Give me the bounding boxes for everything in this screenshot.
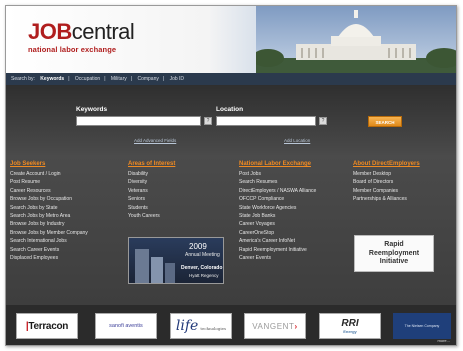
national-labor-exchange-column: National Labor Exchange Post Jobs Search… [239, 161, 316, 262]
list-item[interactable]: Board of Directors [353, 178, 420, 186]
list-item[interactable]: State Workforce Agencies [239, 204, 316, 212]
hotel-building-image [135, 249, 149, 283]
logo-central: central [71, 19, 135, 44]
list-item[interactable]: Career Resources [10, 187, 88, 195]
page-frame: JOBcentral national labor exchange Searc… [5, 5, 457, 346]
list-item[interactable]: Partnerships & Alliances [353, 195, 420, 203]
about-directemployers-heading[interactable]: About DirectEmployers [353, 161, 420, 167]
life-technologies-logo[interactable]: life technologies [170, 313, 232, 339]
nav-occupation[interactable]: Occupation [75, 76, 100, 82]
banner-city: Denver, Colorado [181, 265, 223, 271]
rapid-reemployment-banner[interactable]: Rapid Reemployment Initiative [354, 235, 434, 272]
list-item[interactable]: Career Voyages [239, 220, 316, 228]
list-item[interactable]: Displaced Employees [10, 254, 88, 262]
banner-title: Annual Meeting [185, 252, 220, 258]
rri-line-3: Initiative [379, 258, 409, 265]
site-header: JOBcentral national labor exchange [6, 6, 456, 73]
list-item[interactable]: Browse Jobs by Industry [10, 220, 88, 228]
areas-of-interest-column: Areas of Interest Disability Diversity V… [128, 161, 175, 220]
list-item[interactable]: America's Career InfoNet [239, 237, 316, 245]
list-item[interactable]: Member Companies [353, 187, 420, 195]
add-location-link[interactable]: Add Location [284, 138, 310, 143]
list-item[interactable]: Post Jobs [239, 170, 316, 178]
search-by-bar: Search by: Keywords | Occupation | Militar… [6, 73, 456, 85]
list-item[interactable]: Browse Jobs by Member Company [10, 229, 88, 237]
search-button[interactable]: SEARCH [368, 116, 402, 127]
search-by-label: Search by: [11, 76, 35, 82]
member-logos-strip: |Terracon sanofi aventis life technologie… [6, 305, 456, 345]
list-item[interactable]: Seniors [128, 195, 175, 203]
list-item[interactable]: Search Resumes [239, 178, 316, 186]
search-panel: Keywords ? Location ? SEARCH Add Advance… [6, 85, 456, 155]
add-advanced-fields-link[interactable]: Add Advanced Fields [134, 138, 176, 143]
logo-tagline: national labor exchange [28, 45, 117, 54]
nav-job-id[interactable]: Job ID [170, 76, 184, 82]
rri-line-2: Reemployment [368, 249, 420, 257]
capitol-building-image [256, 6, 456, 73]
areas-of-interest-heading[interactable]: Areas of Interest [128, 161, 175, 167]
list-item[interactable]: Post Resume [10, 178, 88, 186]
list-item[interactable]: Disability [128, 170, 175, 178]
about-directemployers-column: About DirectEmployers Member Desktop Boa… [353, 161, 420, 204]
jobcentral-logo[interactable]: JOBcentral national labor exchange [28, 19, 135, 55]
list-item[interactable]: Browse Jobs by Occupation [10, 195, 88, 203]
list-item[interactable]: Create Account / Login [10, 170, 88, 178]
keywords-input[interactable] [76, 116, 201, 126]
keywords-label: Keywords [76, 106, 108, 113]
location-help-icon[interactable]: ? [319, 117, 327, 125]
banner-venue: Hyatt Regency [189, 273, 219, 278]
location-input[interactable] [216, 116, 316, 126]
list-item[interactable]: Veterans [128, 187, 175, 195]
city-building-image [151, 257, 163, 283]
sanofi-aventis-logo[interactable]: sanofi aventis [95, 313, 157, 339]
list-item[interactable]: DirectEmployers / NASWA Alliance [239, 187, 316, 195]
banner-year: 2009 [189, 242, 207, 251]
list-item[interactable]: CareerOneStop [239, 229, 316, 237]
nav-company[interactable]: Company [137, 76, 158, 82]
logo-job: JOB [28, 19, 72, 44]
more-logos-link[interactable]: more... [438, 338, 450, 343]
list-item[interactable]: Career Events [239, 254, 316, 262]
list-item[interactable]: State Job Banks [239, 212, 316, 220]
nav-military[interactable]: Military [111, 76, 127, 82]
list-item[interactable]: Rapid Reemployment Initiative [239, 246, 316, 254]
list-item[interactable]: Youth Careers [128, 212, 175, 220]
list-item[interactable]: Search International Jobs [10, 237, 88, 245]
job-seekers-column: Job Seekers Create Account / Login Post … [10, 161, 88, 262]
nav-keywords[interactable]: Keywords [40, 76, 64, 82]
list-item[interactable]: Diversity [128, 178, 175, 186]
list-item[interactable]: Search Jobs by State [10, 204, 88, 212]
vangent-logo[interactable]: VANGENT› [244, 313, 306, 339]
keywords-help-icon[interactable]: ? [204, 117, 212, 125]
list-item[interactable]: Member Desktop [353, 170, 420, 178]
national-labor-exchange-heading[interactable]: National Labor Exchange [239, 161, 316, 167]
link-columns-area: Job Seekers Create Account / Login Post … [6, 155, 456, 305]
list-item[interactable]: OFCCP Compliance [239, 195, 316, 203]
list-item[interactable]: Search Jobs by Metro Area [10, 212, 88, 220]
rri-line-1: Rapid [384, 241, 404, 248]
blue-member-logo[interactable]: The Nielsen Company [393, 313, 451, 339]
rri-energy-logo[interactable]: RRI Energy [319, 313, 381, 339]
location-label: Location [216, 106, 244, 113]
terracon-logo[interactable]: |Terracon [16, 313, 78, 339]
list-item[interactable]: Search Career Events [10, 246, 88, 254]
annual-meeting-banner[interactable]: 2009 Annual Meeting Denver, Colorado Hya… [128, 237, 224, 284]
city-building-image [165, 263, 175, 283]
list-item[interactable]: Students [128, 204, 175, 212]
job-seekers-heading[interactable]: Job Seekers [10, 161, 88, 167]
